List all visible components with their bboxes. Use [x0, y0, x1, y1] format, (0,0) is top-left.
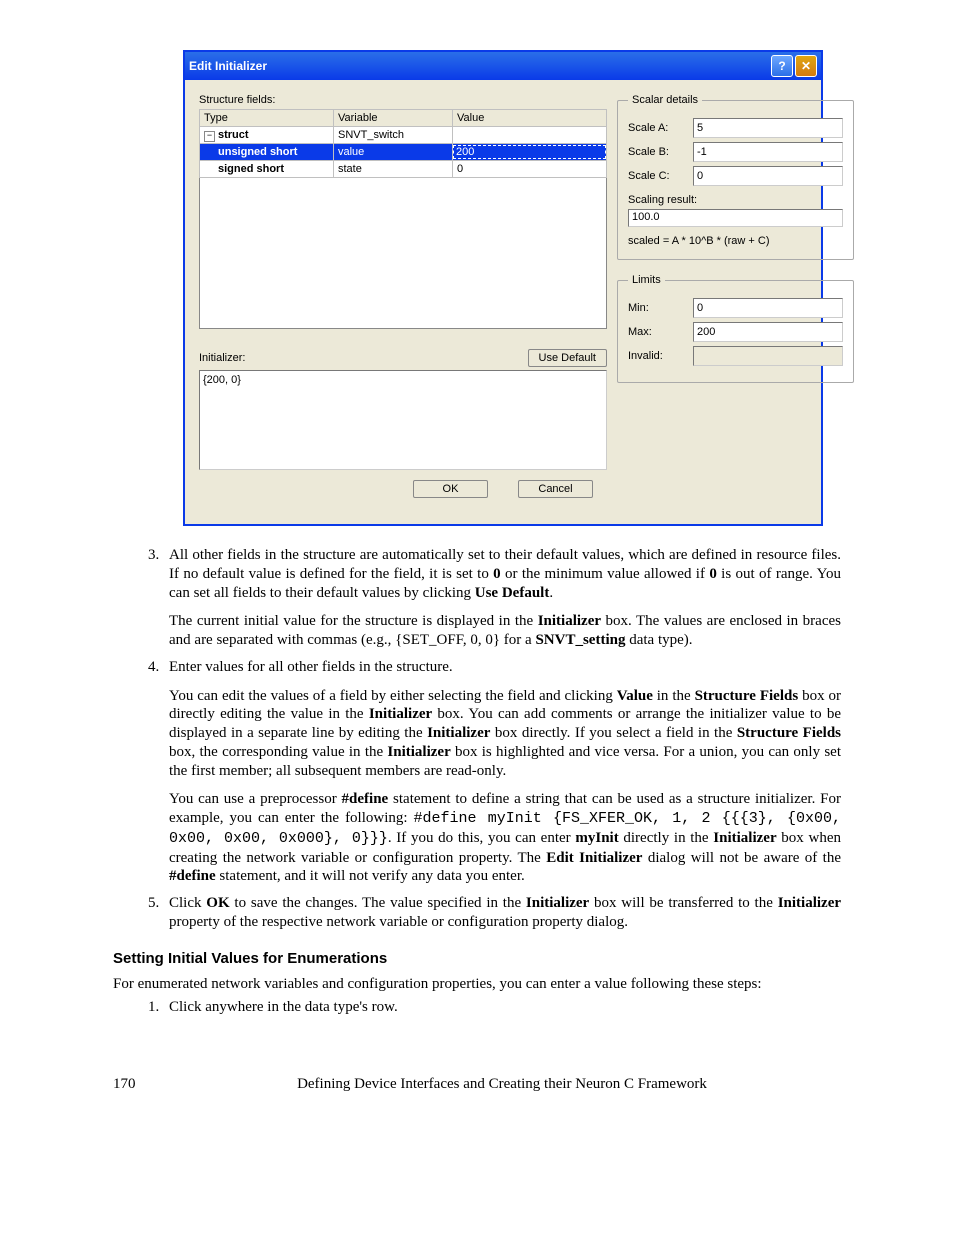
- scaling-result-label: Scaling result:: [628, 194, 843, 206]
- section-heading: Setting Initial Values for Enumerations: [113, 950, 841, 967]
- max-input[interactable]: [693, 322, 843, 342]
- scale-b-label: Scale B:: [628, 146, 693, 158]
- invalid-input: [693, 346, 843, 366]
- list-item: Click OK to save the changes. The value …: [163, 894, 841, 932]
- table-row[interactable]: signed short state 0: [200, 161, 607, 178]
- scaling-formula: scaled = A * 10^B * (raw + C): [628, 235, 843, 247]
- structure-fields-label: Structure fields:: [199, 94, 607, 106]
- table-row[interactable]: unsigned short value 200: [200, 144, 607, 161]
- list-item: Click anywhere in the data type's row.: [163, 999, 841, 1016]
- titlebar: Edit Initializer ? ✕: [185, 52, 821, 80]
- use-default-button[interactable]: Use Default: [528, 349, 607, 367]
- footer-text: Defining Device Interfaces and Creating …: [163, 1076, 841, 1093]
- structure-fields-table[interactable]: Type Variable Value −struct SNVT_switch …: [199, 109, 607, 178]
- scale-c-input[interactable]: [693, 166, 843, 186]
- table-header-row: Type Variable Value: [200, 110, 607, 127]
- page-number: 170: [113, 1076, 163, 1093]
- initializer-input[interactable]: {200, 0}: [199, 370, 607, 470]
- cancel-button[interactable]: Cancel: [518, 480, 593, 498]
- max-label: Max:: [628, 326, 693, 338]
- scalar-legend: Scalar details: [628, 94, 702, 106]
- scaling-result-value: 100.0: [628, 209, 843, 227]
- limits-legend: Limits: [628, 274, 665, 286]
- scalar-details-group: Scalar details Scale A: Scale B: Scale C…: [617, 94, 854, 260]
- list-item: Enter values for all other fields in the…: [163, 658, 841, 886]
- help-icon[interactable]: ?: [771, 55, 793, 77]
- min-input[interactable]: [693, 298, 843, 318]
- scale-c-label: Scale C:: [628, 170, 693, 182]
- ok-button[interactable]: OK: [413, 480, 488, 498]
- scale-a-label: Scale A:: [628, 122, 693, 134]
- limits-group: Limits Min: Max: Invalid:: [617, 274, 854, 383]
- close-icon[interactable]: ✕: [795, 55, 817, 77]
- initializer-label: Initializer:: [199, 352, 528, 364]
- body-paragraph: For enumerated network variables and con…: [113, 975, 841, 994]
- table-row[interactable]: −struct SNVT_switch: [200, 127, 607, 144]
- page-footer: 170 Defining Device Interfaces and Creat…: [113, 1076, 841, 1093]
- list-item: All other fields in the structure are au…: [163, 546, 841, 650]
- scale-a-input[interactable]: [693, 118, 843, 138]
- steps-list: Click anywhere in the data type's row.: [113, 999, 841, 1016]
- col-type: Type: [200, 110, 334, 127]
- instruction-list: All other fields in the structure are au…: [113, 546, 841, 932]
- col-variable: Variable: [334, 110, 453, 127]
- col-value: Value: [453, 110, 607, 127]
- edit-initializer-dialog: Edit Initializer ? ✕ Structure fields: T…: [183, 50, 823, 526]
- dialog-title: Edit Initializer: [189, 59, 769, 73]
- scale-b-input[interactable]: [693, 142, 843, 162]
- min-label: Min:: [628, 302, 693, 314]
- collapse-icon[interactable]: −: [204, 131, 215, 142]
- invalid-label: Invalid:: [628, 350, 693, 362]
- structure-fields-scroll[interactable]: [199, 178, 607, 329]
